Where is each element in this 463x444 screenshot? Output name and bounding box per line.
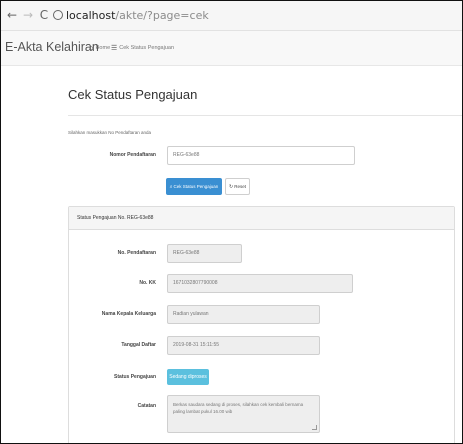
reset-button[interactable]: ↻ Reset: [225, 178, 250, 195]
tanggal-daftar-field: 2019-08-31 15:11:55: [167, 336, 320, 355]
refresh-icon: ↻: [229, 183, 234, 190]
browser-toolbar: ← → C localhost/akte/?page=cek: [1, 1, 462, 31]
cek-status-button[interactable]: ⌕ Cek Status Pengajuan: [166, 178, 222, 195]
cek-status-button-label: Cek Status Pengajuan: [173, 184, 219, 189]
catatan-text: Berkas saudara sedang di proses, silahka…: [173, 402, 304, 414]
nav-item-label: Home: [95, 45, 111, 51]
kepala-keluarga-field: Radian yulawan: [167, 305, 320, 324]
nav-item-cek-status[interactable]: ☰ Cek Status Pengajuan: [111, 44, 174, 52]
nomor-pendaftaran-label: Nomor Pendaftaran: [109, 152, 156, 158]
no-pendaftaran-field: REG-63e88: [167, 244, 242, 263]
tanggal-daftar-label: Tanggal Daftar: [121, 342, 156, 348]
form-hint: Silahkan masukkan No Pendaftaran anda: [68, 130, 152, 135]
status-pengajuan-label: Status Pengajuan: [114, 374, 156, 380]
home-icon: ⌂: [89, 44, 94, 52]
no-kk-label: No. KK: [139, 280, 156, 286]
address-bar[interactable]: localhost/akte/?page=cek: [53, 6, 458, 26]
status-panel-heading: Status Pengajuan No. REG-63e88: [69, 207, 454, 230]
browser-window: ← → C localhost/akte/?page=cek E-Akta Ke…: [0, 0, 463, 444]
forward-icon[interactable]: →: [21, 8, 35, 22]
no-kk-field: 1671032807790008: [167, 274, 353, 293]
nomor-pendaftaran-input[interactable]: REG-63e88: [167, 146, 355, 165]
catatan-textarea: Berkas saudara sedang di proses, silahka…: [167, 395, 320, 433]
resize-handle[interactable]: [312, 425, 317, 430]
info-icon[interactable]: [53, 10, 63, 20]
divider: [68, 115, 462, 116]
back-icon[interactable]: ←: [5, 8, 19, 22]
brand-link[interactable]: E-Akta Kelahiran: [5, 40, 99, 54]
app-navbar: E-Akta Kelahiran ⌂ Home ☰ Cek Status Pen…: [1, 31, 462, 66]
list-icon: ☰: [111, 44, 118, 52]
page-title: Cek Status Pengajuan: [68, 87, 198, 102]
status-badge: Sedang diproses: [167, 369, 209, 385]
kepala-keluarga-label: Nama Kepala Keluarga: [101, 311, 156, 317]
search-icon: ⌕: [169, 183, 173, 190]
no-pendaftaran-label: No. Pendaftaran: [117, 250, 156, 256]
url-path: /akte/?page=cek: [115, 9, 209, 22]
nav-item-label: Cek Status Pengajuan: [119, 45, 175, 51]
reset-button-label: Reset: [234, 184, 246, 189]
reload-icon[interactable]: C: [37, 8, 51, 22]
nav-item-home[interactable]: ⌂ Home: [89, 44, 110, 52]
catatan-label: Catatan: [137, 403, 156, 409]
url-host: localhost: [66, 9, 116, 22]
